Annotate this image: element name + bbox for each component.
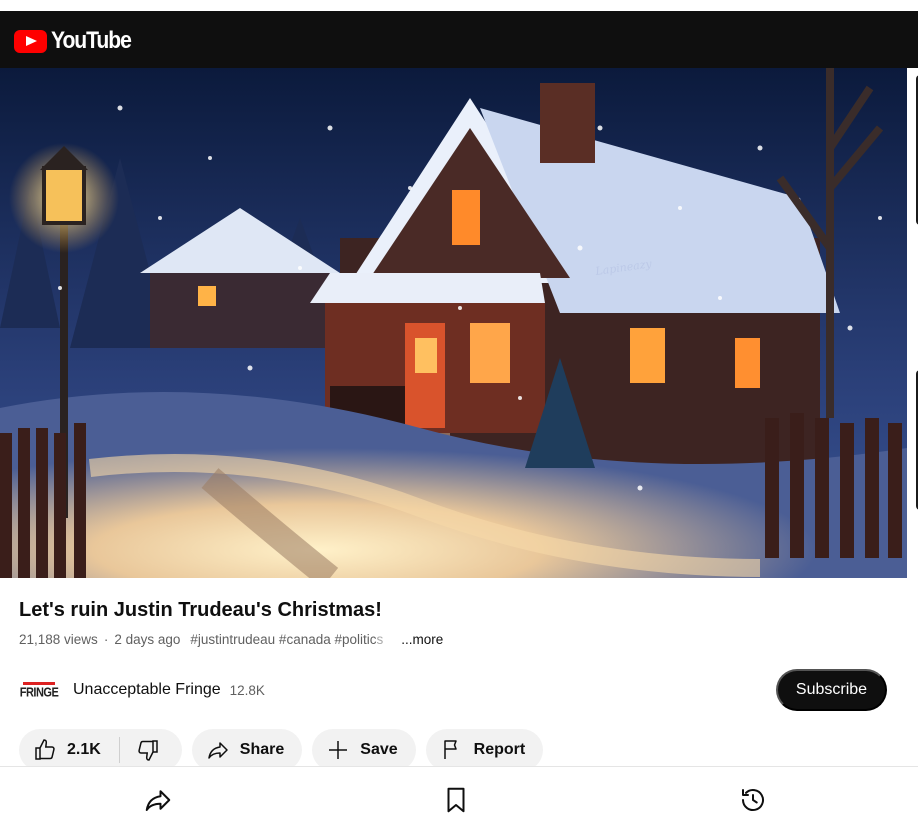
- hashtags-fade: s: [376, 632, 384, 647]
- logo-wordmark: YouTube: [51, 27, 132, 54]
- meta-separator: ·: [103, 632, 109, 647]
- youtube-logo[interactable]: YouTube: [14, 27, 142, 55]
- save-button[interactable]: Save: [312, 729, 416, 771]
- play-logo-icon: [14, 29, 47, 53]
- share-label: Share: [239, 741, 285, 758]
- bottom-nav: [0, 766, 918, 832]
- nav-history-button[interactable]: [737, 784, 769, 816]
- status-strip: [0, 0, 918, 11]
- bookmark-icon: [447, 787, 465, 813]
- save-label: Save: [360, 741, 398, 758]
- channel-name[interactable]: Unacceptable Fringe: [73, 681, 221, 699]
- video-title: Let's ruin Justin Trudeau's Christmas!: [19, 599, 382, 621]
- more-link[interactable]: ...more: [401, 632, 443, 647]
- share-icon: [208, 742, 228, 759]
- channel-avatar[interactable]: FRINGE: [19, 676, 59, 704]
- nav-share-button[interactable]: [142, 784, 174, 816]
- report-label: Report: [473, 741, 526, 758]
- view-count: 21,188 views: [19, 632, 98, 647]
- video-player[interactable]: Lapineazy: [0, 68, 907, 578]
- video-thumbnail: Lapineazy: [0, 68, 907, 578]
- hashtags-text: #justintrudeau #canada #politic: [190, 632, 377, 647]
- nav-bookmark-button[interactable]: [440, 784, 472, 816]
- like-count[interactable]: 2.1K: [67, 741, 101, 759]
- like-divider: [118, 737, 120, 763]
- flag-icon: [443, 740, 457, 759]
- thumbs-up-icon[interactable]: [33, 738, 57, 762]
- report-button[interactable]: Report: [425, 729, 544, 771]
- plus-icon: [329, 741, 348, 759]
- thumbs-down-icon[interactable]: [136, 738, 160, 762]
- avatar-stripe: [23, 681, 55, 685]
- action-bar: 2.1K Share Save Report: [19, 729, 544, 771]
- share-button[interactable]: Share: [191, 729, 303, 771]
- hashtags[interactable]: #justintrudeau #canada #politics: [190, 632, 383, 647]
- upload-age: 2 days ago: [114, 632, 181, 647]
- video-meta[interactable]: 21,188 views · 2 days ago #justintrudeau…: [19, 632, 443, 647]
- history-icon: [742, 789, 764, 812]
- subscribe-button[interactable]: Subscribe: [776, 669, 887, 711]
- avatar-text: FRINGE: [19, 685, 59, 700]
- like-dislike-group: 2.1K: [19, 729, 182, 771]
- subscriber-count: 12.8K: [229, 682, 265, 698]
- share-icon: [145, 790, 171, 811]
- channel-row[interactable]: FRINGE Unacceptable Fringe 12.8K: [19, 676, 265, 704]
- app-bar: YouTube: [0, 11, 918, 68]
